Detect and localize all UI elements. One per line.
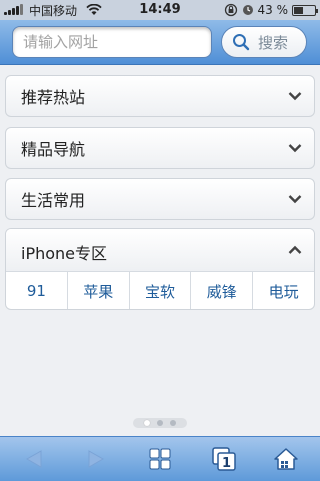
search-icon <box>233 34 250 51</box>
alarm-icon <box>242 5 253 15</box>
chevron-down-icon <box>288 195 302 204</box>
link-weiphone[interactable]: 威锋 <box>191 271 254 309</box>
page-dot <box>157 420 163 426</box>
chevron-up-icon <box>288 245 302 254</box>
forward-icon <box>88 450 105 468</box>
orientation-lock-icon <box>224 3 237 17</box>
iphone-links: 91 苹果 宝软 威锋 电玩 <box>6 271 314 309</box>
battery-icon <box>292 4 318 16</box>
page-indicator[interactable] <box>133 418 187 428</box>
chevron-down-icon <box>288 144 302 153</box>
page-dot <box>144 420 150 426</box>
forward-button[interactable] <box>64 437 128 481</box>
back-icon <box>25 450 42 468</box>
section-featured-navigation[interactable]: 精品导航 <box>5 127 315 169</box>
link-91[interactable]: 91 <box>6 271 68 309</box>
link-baoruan[interactable]: 宝软 <box>130 271 192 309</box>
tab-count: 1 <box>222 456 231 471</box>
link-games[interactable]: 电玩 <box>253 271 314 309</box>
section-iphone-zone: iPhone专区 91 苹果 宝软 威锋 电玩 <box>5 228 315 310</box>
status-bar: 中国移动 14:49 43 % <box>0 0 320 20</box>
tabs-icon: 1 <box>212 447 236 471</box>
page-dot <box>170 420 176 426</box>
link-apple[interactable]: 苹果 <box>68 271 130 309</box>
section-label: 生活常用 <box>21 191 86 210</box>
home-icon <box>274 448 298 470</box>
battery-percent: 43 % <box>257 3 289 17</box>
search-button[interactable]: 搜索 <box>221 26 307 58</box>
bottom-toolbar: 1 <box>0 436 320 481</box>
back-button[interactable] <box>2 437 66 481</box>
section-label: 推荐热站 <box>21 88 86 107</box>
status-right: 43 % <box>224 0 318 20</box>
section-daily-life[interactable]: 生活常用 <box>5 178 315 220</box>
top-toolbar: 搜索 <box>0 20 320 65</box>
home-button[interactable] <box>254 437 318 481</box>
search-button-label: 搜索 <box>258 33 289 52</box>
grid-icon <box>149 448 171 470</box>
url-input[interactable] <box>12 26 212 58</box>
section-header-iphone[interactable]: iPhone专区 <box>6 229 314 272</box>
chevron-down-icon <box>288 92 302 101</box>
tabs-button[interactable]: 1 <box>192 437 256 481</box>
section-recommended-sites[interactable]: 推荐热站 <box>5 75 315 117</box>
apps-button[interactable] <box>128 437 192 481</box>
section-label: iPhone专区 <box>21 244 108 263</box>
section-label: 精品导航 <box>21 140 86 159</box>
